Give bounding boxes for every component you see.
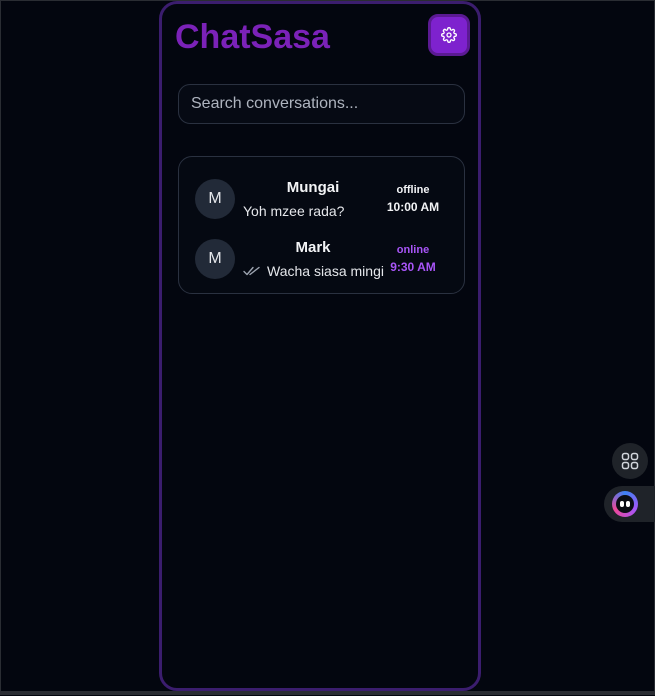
app-title: ChatSasa — [175, 18, 330, 56]
conversation-list: M Mungai Yoh mzee rada? offline 10:00 AM… — [178, 156, 465, 294]
grid-icon — [621, 452, 639, 470]
apps-launcher-button[interactable] — [612, 443, 648, 479]
gear-icon — [441, 27, 457, 43]
message-text: Wacha siasa mingi — [267, 263, 384, 279]
message-time: 10:00 AM — [386, 200, 440, 214]
conversation-item-mungai[interactable]: M Mungai Yoh mzee rada? offline 10:00 AM — [179, 173, 464, 225]
last-message-preview: Wacha siasa mingi — [243, 263, 384, 279]
message-text: Yoh mzee rada? — [243, 203, 345, 219]
assistant-button[interactable] — [604, 486, 655, 522]
contact-name: Mark — [295, 239, 331, 256]
chat-sidebar-panel: ChatSasa M Mungai Yoh mzee rada? offline… — [159, 1, 481, 691]
double-check-icon — [243, 266, 260, 276]
avatar: M — [195, 239, 235, 279]
avatar: M — [195, 179, 235, 219]
presence-status: offline — [396, 184, 430, 196]
settings-button[interactable] — [428, 14, 470, 56]
bot-icon — [612, 491, 638, 517]
last-message-preview: Yoh mzee rada? — [243, 203, 344, 219]
contact-name: Mungai — [286, 179, 340, 196]
presence-status: online — [396, 244, 430, 256]
search-input[interactable] — [178, 84, 465, 124]
message-time: 9:30 AM — [390, 260, 436, 274]
conversation-item-mark[interactable]: M Mark Wacha siasa mingi online 9:30 AM — [179, 233, 464, 285]
